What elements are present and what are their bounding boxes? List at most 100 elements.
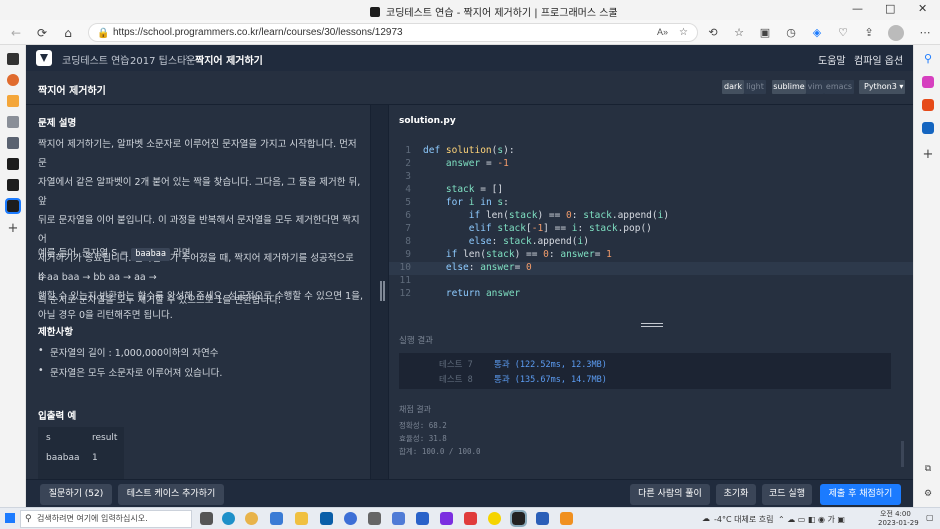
app-icon[interactable] [392,512,405,525]
editor-result-resize-handle[interactable] [389,319,913,328]
code-line[interactable]: 1 def solution(s): [389,145,913,158]
tab-actions-icon[interactable] [7,53,19,65]
kakaotalk-icon[interactable] [488,512,501,525]
task-view-icon[interactable] [200,512,213,525]
close-button[interactable]: ✕ [918,2,927,15]
pinned-tab-icon[interactable] [7,137,19,149]
io-example-table: s result baabaa 1 [38,427,124,479]
programmers-app-icon[interactable] [510,510,527,527]
language-select[interactable]: Python3 ▾ [859,80,905,94]
app-icon[interactable] [440,512,453,525]
code-line[interactable]: 10 else: answer= 0 [389,262,913,275]
code-line[interactable]: 4 stack = [] [389,184,913,197]
code-token: answer [480,262,515,273]
pinned-tab-icon[interactable] [7,74,19,86]
help-link[interactable]: 도움말 [818,52,846,67]
code-text: stack = [] [423,184,503,195]
results-scrollbar[interactable] [901,441,904,467]
code-token: return [445,288,486,299]
browser-essentials-icon[interactable]: ♡ [836,26,850,40]
add-sidebar-icon[interactable]: + [922,148,934,161]
home-icon[interactable]: ⌂ [60,25,76,41]
code-line[interactable]: 6 if len(stack) == 0: stack.append(i) [389,210,913,223]
settings-icon[interactable]: ⚙ [922,488,934,500]
outlook-icon[interactable] [922,122,934,134]
compile-options-link[interactable]: 컴파일 옵션 [854,52,903,67]
theme-dark-toggle[interactable]: dark [722,80,744,94]
windows-start-icon[interactable] [5,513,15,523]
code-line[interactable]: 9 if len(stack) == 0: answer= 1 [389,249,913,262]
code-line[interactable]: 2 answer = -1 [389,158,913,171]
refresh-icon[interactable]: ⟳ [34,25,50,41]
history-icon[interactable]: ◷ [784,26,798,40]
theme-light-toggle[interactable]: light [744,80,766,94]
app-icon[interactable] [344,512,357,525]
collections-icon[interactable]: ▣ [758,26,772,40]
minimize-button[interactable]: — [852,2,863,15]
code-line[interactable]: 12 return answer [389,288,913,301]
mail-icon[interactable] [320,512,333,525]
notification-icon[interactable]: ▢ [926,513,934,522]
profile-avatar[interactable] [888,25,904,41]
app-icon[interactable] [464,512,477,525]
app-icon[interactable] [560,512,573,525]
search-icon[interactable]: ⚲ [922,53,934,65]
taskbar-search-input[interactable]: ⚲ 검색하려면 여기에 입력하십시오. [20,510,192,528]
code-line[interactable]: 5 for i in s: [389,197,913,210]
hide-sidebar-icon[interactable]: ⧉ [922,463,934,475]
io-example-heading: 입출력 예 [38,411,77,422]
pinned-tab-icon[interactable] [7,95,19,107]
run-code-button[interactable]: 코드 실행 [762,484,812,505]
read-aloud-icon[interactable]: A» [657,24,668,41]
code-token: answer [485,288,521,299]
clock-date[interactable]: 2023-01-29 [878,519,919,527]
favorites-icon[interactable]: ☆ [732,26,746,40]
pinned-tab-icon[interactable] [7,116,19,128]
keymap-vim-toggle[interactable]: vim [806,80,824,94]
code-line[interactable]: 3 [389,171,913,184]
programmers-tab-icon[interactable] [7,158,19,170]
app-icon[interactable] [416,512,429,525]
weather-text[interactable]: -4°C 대체로 흐림 [714,514,773,525]
reset-button[interactable]: 초기화 [716,484,756,505]
code-line[interactable]: 8 else: stack.append(i) [389,236,913,249]
settings-icon[interactable] [368,512,381,525]
keymap-sublime-toggle[interactable]: sublime [772,80,806,94]
keymap-emacs-toggle[interactable]: emacs [824,80,854,94]
others-solutions-button[interactable]: 다른 사람의 풀이 [630,484,710,505]
code-token: ) == [514,249,544,260]
extension-icon[interactable]: ⟲ [706,26,720,40]
app-icon[interactable] [270,512,283,525]
new-tab-icon[interactable]: + [7,222,19,235]
panel-splitter[interactable] [370,105,389,479]
shopping-icon[interactable]: ◈ [810,26,824,40]
word-icon[interactable] [536,512,549,525]
back-icon[interactable]: ← [8,25,24,41]
favorite-icon[interactable]: ☆ [679,24,688,41]
programmers-tab-icon[interactable] [5,198,21,214]
submit-button[interactable]: 제출 후 채점하기 [820,484,901,505]
code-text: for i in s: [423,197,509,208]
edge-icon[interactable] [222,512,235,525]
code-editor[interactable]: solution.py 1 def solution(s): 2 answer = … [389,105,913,319]
office-icon[interactable] [922,99,934,111]
share-icon[interactable]: ⇪ [862,26,876,40]
clock-time[interactable]: 오전 4:00 [880,509,911,519]
programmers-logo-icon[interactable] [36,50,52,66]
tray-icons[interactable]: ⌃ ☁ ▭ ◧ ◉ 가 ▣ [778,514,845,525]
maximize-button[interactable]: □ [885,2,895,15]
chrome-icon[interactable] [245,512,258,525]
programmers-logo-icon [370,6,380,17]
weather-icon[interactable]: ☁ [702,514,710,523]
code-line[interactable]: 7 elif stack[-1] == i: stack.pop() [389,223,913,236]
ask-question-button[interactable]: 질문하기 (52) [40,484,112,505]
url-bar[interactable]: 🔒 https://school.programmers.co.kr/learn… [88,23,698,42]
code-line[interactable]: 11 [389,275,913,288]
programmers-tab-icon[interactable] [7,179,19,191]
sidebar-app-icon[interactable] [922,76,934,88]
code-text: def solution(s): [423,145,515,156]
example-prefix: 예를 들어, 문자열 S = [38,248,129,259]
more-icon[interactable]: ⋯ [918,26,932,40]
file-explorer-icon[interactable] [295,512,308,525]
add-testcase-button[interactable]: 테스트 케이스 추가하기 [118,484,224,505]
